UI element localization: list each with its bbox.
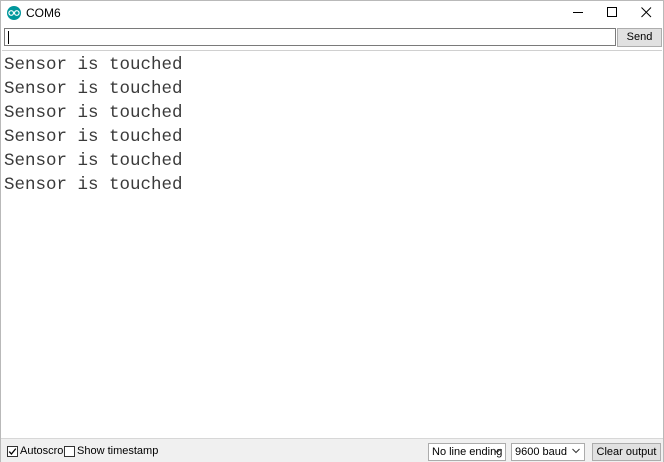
autoscroll-label[interactable]: Autoscroll bbox=[20, 445, 68, 458]
input-row: Send bbox=[1, 25, 663, 49]
autoscroll-checkbox[interactable] bbox=[7, 446, 18, 457]
output-line: Sensor is touched bbox=[4, 103, 183, 123]
output-line: Sensor is touched bbox=[4, 79, 183, 99]
minimize-icon bbox=[573, 12, 583, 13]
checkmark-icon bbox=[8, 448, 17, 455]
line-ending-select[interactable]: No line ending bbox=[428, 443, 506, 461]
serial-input[interactable] bbox=[4, 28, 616, 46]
output-line: Sensor is touched bbox=[4, 175, 183, 195]
show-timestamp-label[interactable]: Show timestamp bbox=[77, 445, 158, 458]
close-button[interactable] bbox=[629, 1, 664, 25]
chevron-down-icon bbox=[493, 448, 501, 454]
bottom-toolbar: Autoscroll Show timestamp No line ending… bbox=[1, 438, 663, 462]
minimize-button[interactable] bbox=[561, 1, 596, 25]
output-line: Sensor is touched bbox=[4, 127, 183, 147]
arduino-app-icon bbox=[7, 6, 21, 20]
output-line: Sensor is touched bbox=[4, 151, 183, 171]
maximize-button[interactable] bbox=[595, 1, 630, 25]
maximize-icon bbox=[607, 7, 617, 17]
clear-output-button[interactable]: Clear output bbox=[592, 443, 661, 461]
output-line: Sensor is touched bbox=[4, 55, 183, 75]
serial-monitor-window: COM6 Send Sensor is touched Sensor is to… bbox=[0, 0, 664, 462]
serial-output[interactable]: Sensor is touched Sensor is touched Sens… bbox=[2, 50, 662, 437]
line-ending-value: No line ending bbox=[432, 446, 503, 458]
close-icon bbox=[641, 7, 652, 18]
text-caret bbox=[8, 31, 9, 44]
show-timestamp-checkbox[interactable] bbox=[64, 446, 75, 457]
send-button[interactable]: Send bbox=[617, 28, 662, 47]
chevron-down-icon bbox=[572, 448, 580, 454]
title-bar: COM6 bbox=[1, 1, 663, 25]
baud-rate-select[interactable]: 9600 baud bbox=[511, 443, 585, 461]
window-title: COM6 bbox=[26, 6, 61, 20]
baud-rate-value: 9600 baud bbox=[515, 446, 567, 458]
